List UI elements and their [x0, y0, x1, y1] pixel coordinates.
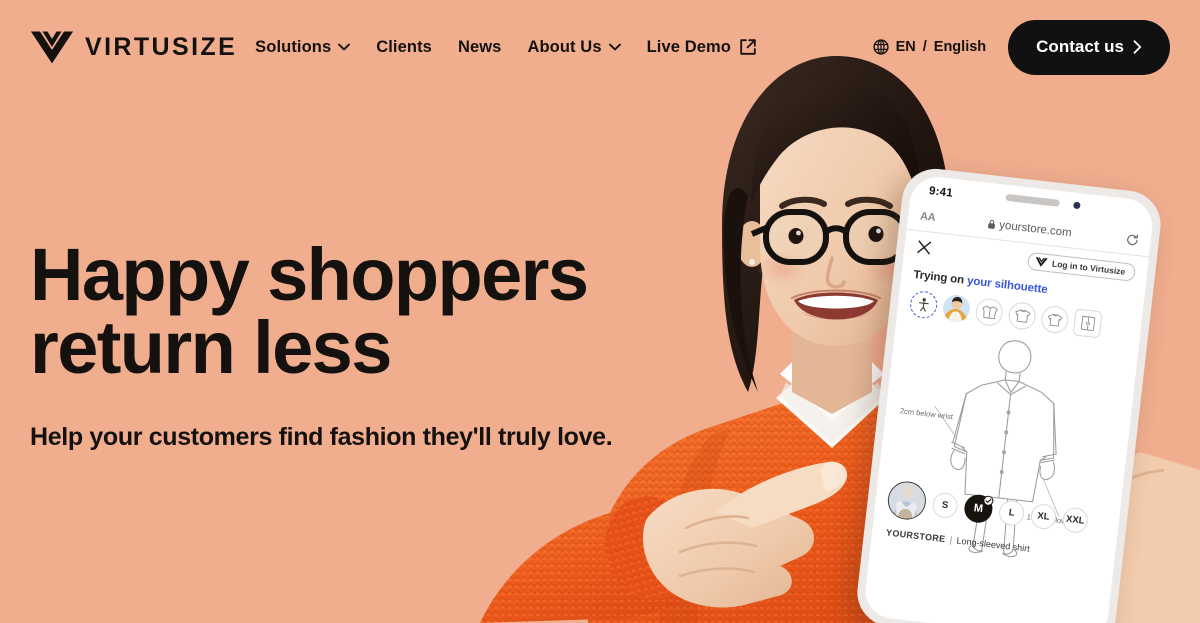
user-photo-avatar[interactable]: [941, 293, 972, 324]
nav-item-label: Solutions: [255, 37, 332, 56]
brand-logo[interactable]: VIRTUSIZE: [30, 30, 237, 64]
language-name: English: [933, 39, 987, 55]
language-code: EN: [895, 39, 916, 55]
size-option-xl[interactable]: XL: [1029, 502, 1058, 530]
language-selector[interactable]: EN / English: [872, 39, 987, 55]
status-time: 9:41: [928, 185, 954, 200]
nav-item-label: News: [457, 37, 502, 56]
phone-mockup: 9:41 AA yourstore.com Log in to Virtusiz…: [853, 165, 1165, 623]
nav-links: Solutions Clients News About Us Live Dem…: [255, 38, 756, 57]
phone-notch: [1005, 193, 1060, 207]
nav-item-solutions[interactable]: Solutions: [255, 37, 351, 57]
size-selected-check-badge: [982, 495, 994, 507]
nav-item-news[interactable]: News: [458, 38, 502, 57]
phone-camera-dot: [1073, 201, 1081, 210]
size-label: M: [973, 502, 984, 516]
size-label: L: [1008, 506, 1016, 519]
trying-on-prefix: Trying on: [912, 268, 965, 287]
globe-icon: [872, 39, 889, 55]
size-option-m[interactable]: M: [962, 493, 994, 525]
size-label: XL: [1036, 509, 1051, 523]
close-x-icon[interactable]: [916, 239, 933, 256]
size-label: XXL: [1065, 513, 1086, 527]
nav-item-label: Live Demo: [646, 37, 731, 56]
contact-us-label: Contact us: [1036, 37, 1124, 56]
nav-right-group: EN / English Contact us: [872, 19, 1170, 75]
chevron-down-icon: [608, 43, 621, 51]
tshirt-garment-icon[interactable]: [1039, 304, 1070, 335]
size-label: S: [941, 499, 949, 511]
jacket-garment-icon[interactable]: [974, 297, 1005, 328]
virtusize-v-logo-icon: [31, 31, 73, 64]
chevron-down-icon: [338, 43, 351, 51]
body-silhouette-icon[interactable]: [908, 289, 939, 320]
brand-name: VIRTUSIZE: [85, 32, 238, 61]
virtusize-widget: Log in to Virtusize Trying on your silho…: [871, 230, 1149, 570]
login-to-virtusize-button[interactable]: Log in to Virtusize: [1027, 251, 1137, 282]
contact-us-button[interactable]: Contact us: [1008, 19, 1170, 75]
phone-body: 9:41 AA yourstore.com Log in to Virtusiz…: [853, 165, 1165, 623]
phone-screen: 9:41 AA yourstore.com Log in to Virtusiz…: [862, 174, 1156, 623]
trying-on-accent: your silhouette: [966, 275, 1049, 297]
sweater-garment-icon[interactable]: [1007, 300, 1037, 331]
product-separator: |: [949, 534, 953, 545]
nav-item-about-us[interactable]: About Us: [527, 37, 621, 57]
external-link-icon: [740, 39, 756, 55]
nav-item-label: About Us: [527, 37, 602, 56]
lock-icon: [987, 219, 995, 229]
virtusize-v-logo-icon: [1036, 257, 1049, 267]
nav-item-live-demo[interactable]: Live Demo: [647, 38, 756, 57]
hero-subheadline: Help your customers find fashion they'll…: [30, 422, 613, 451]
size-option-s[interactable]: S: [931, 491, 959, 519]
size-option-l[interactable]: L: [997, 498, 1026, 527]
reload-icon[interactable]: [1125, 233, 1139, 247]
language-separator: /: [922, 39, 927, 55]
wardrobe-garment-icon[interactable]: [1072, 308, 1103, 339]
nav-item-label: Clients: [376, 37, 432, 56]
product-thumbnail[interactable]: [885, 479, 928, 522]
chevron-right-icon: [1133, 40, 1142, 54]
size-option-xxl[interactable]: XXL: [1061, 505, 1090, 534]
url-text: yourstore.com: [998, 218, 1073, 239]
login-pill-label: Log in to Virtusize: [1051, 258, 1126, 277]
virtusize-landing-hero: 9:41 AA yourstore.com Log in to Virtusiz…: [0, 0, 1200, 623]
nav-item-clients[interactable]: Clients: [376, 38, 432, 57]
page-title: Happy shoppers return less: [30, 233, 589, 390]
text-size-aa-button[interactable]: AA: [920, 210, 936, 224]
hero-copy: Happy shoppers return less Help your cus…: [30, 233, 613, 452]
main-navigation-bar: VIRTUSIZE Solutions Clients News About U…: [0, 0, 1200, 94]
